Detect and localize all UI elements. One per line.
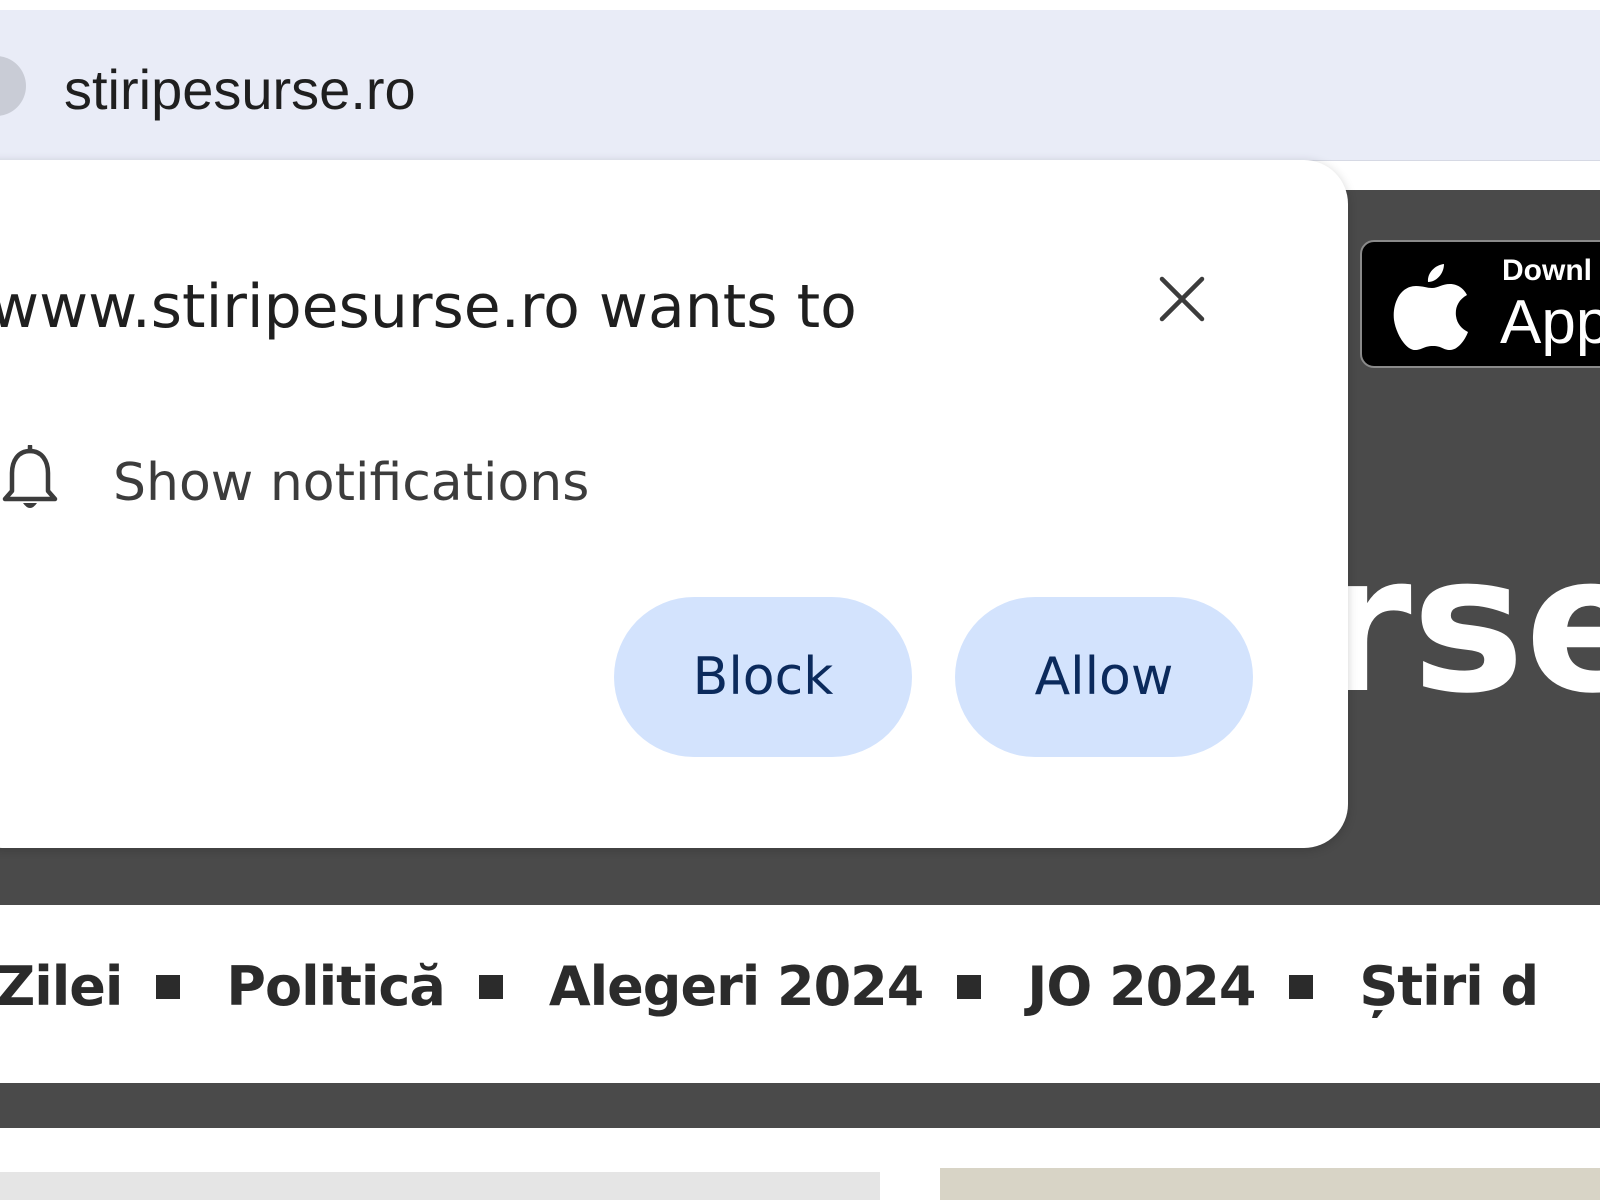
nav-separator xyxy=(1289,975,1314,999)
nav-separator xyxy=(156,975,181,999)
badge-big-text: App xyxy=(1500,288,1600,357)
site-nav: rile Zilei Politică Alegeri 2024 JO 2024… xyxy=(0,960,1539,1014)
browser-window: stiripesurse.ro Downl App rse rile Zilei… xyxy=(0,0,1600,1200)
nav-bottom-bar xyxy=(0,1083,1600,1128)
nav-item[interactable]: Știri d xyxy=(1359,960,1539,1014)
nav-separator xyxy=(957,975,982,999)
badge-small-text: Downl xyxy=(1502,254,1592,287)
nav-separator xyxy=(478,975,503,999)
site-logo-fragment[interactable]: rse xyxy=(1318,530,1600,720)
nav-item[interactable]: Alegeri 2024 xyxy=(549,960,924,1014)
nav-item[interactable]: rile Zilei xyxy=(0,960,123,1014)
permission-row: Show notifications xyxy=(0,445,800,525)
site-info-icon[interactable] xyxy=(0,56,26,116)
permission-label: Show notifications xyxy=(113,453,590,513)
url-text[interactable]: stiripesurse.ro xyxy=(64,62,416,118)
close-icon[interactable] xyxy=(1156,273,1208,325)
article-thumbnail[interactable] xyxy=(940,1168,1600,1200)
address-bar[interactable]: stiripesurse.ro xyxy=(0,10,1600,161)
allow-button[interactable]: Allow xyxy=(955,597,1253,757)
block-button[interactable]: Block xyxy=(614,597,912,757)
app-store-badge[interactable]: Downl App xyxy=(1360,240,1600,368)
nav-item[interactable]: JO 2024 xyxy=(1027,960,1256,1014)
apple-logo-icon xyxy=(1393,264,1468,350)
nav-item[interactable]: Politică xyxy=(226,960,445,1014)
popup-title: www.stiripesurse.ro wants to xyxy=(0,272,857,342)
notification-permission-popup: www.stiripesurse.ro wants to Show notifi… xyxy=(0,160,1348,848)
tab-strip-edge xyxy=(0,0,1600,10)
bell-icon xyxy=(2,445,58,508)
article-thumbnail[interactable] xyxy=(0,1172,880,1200)
